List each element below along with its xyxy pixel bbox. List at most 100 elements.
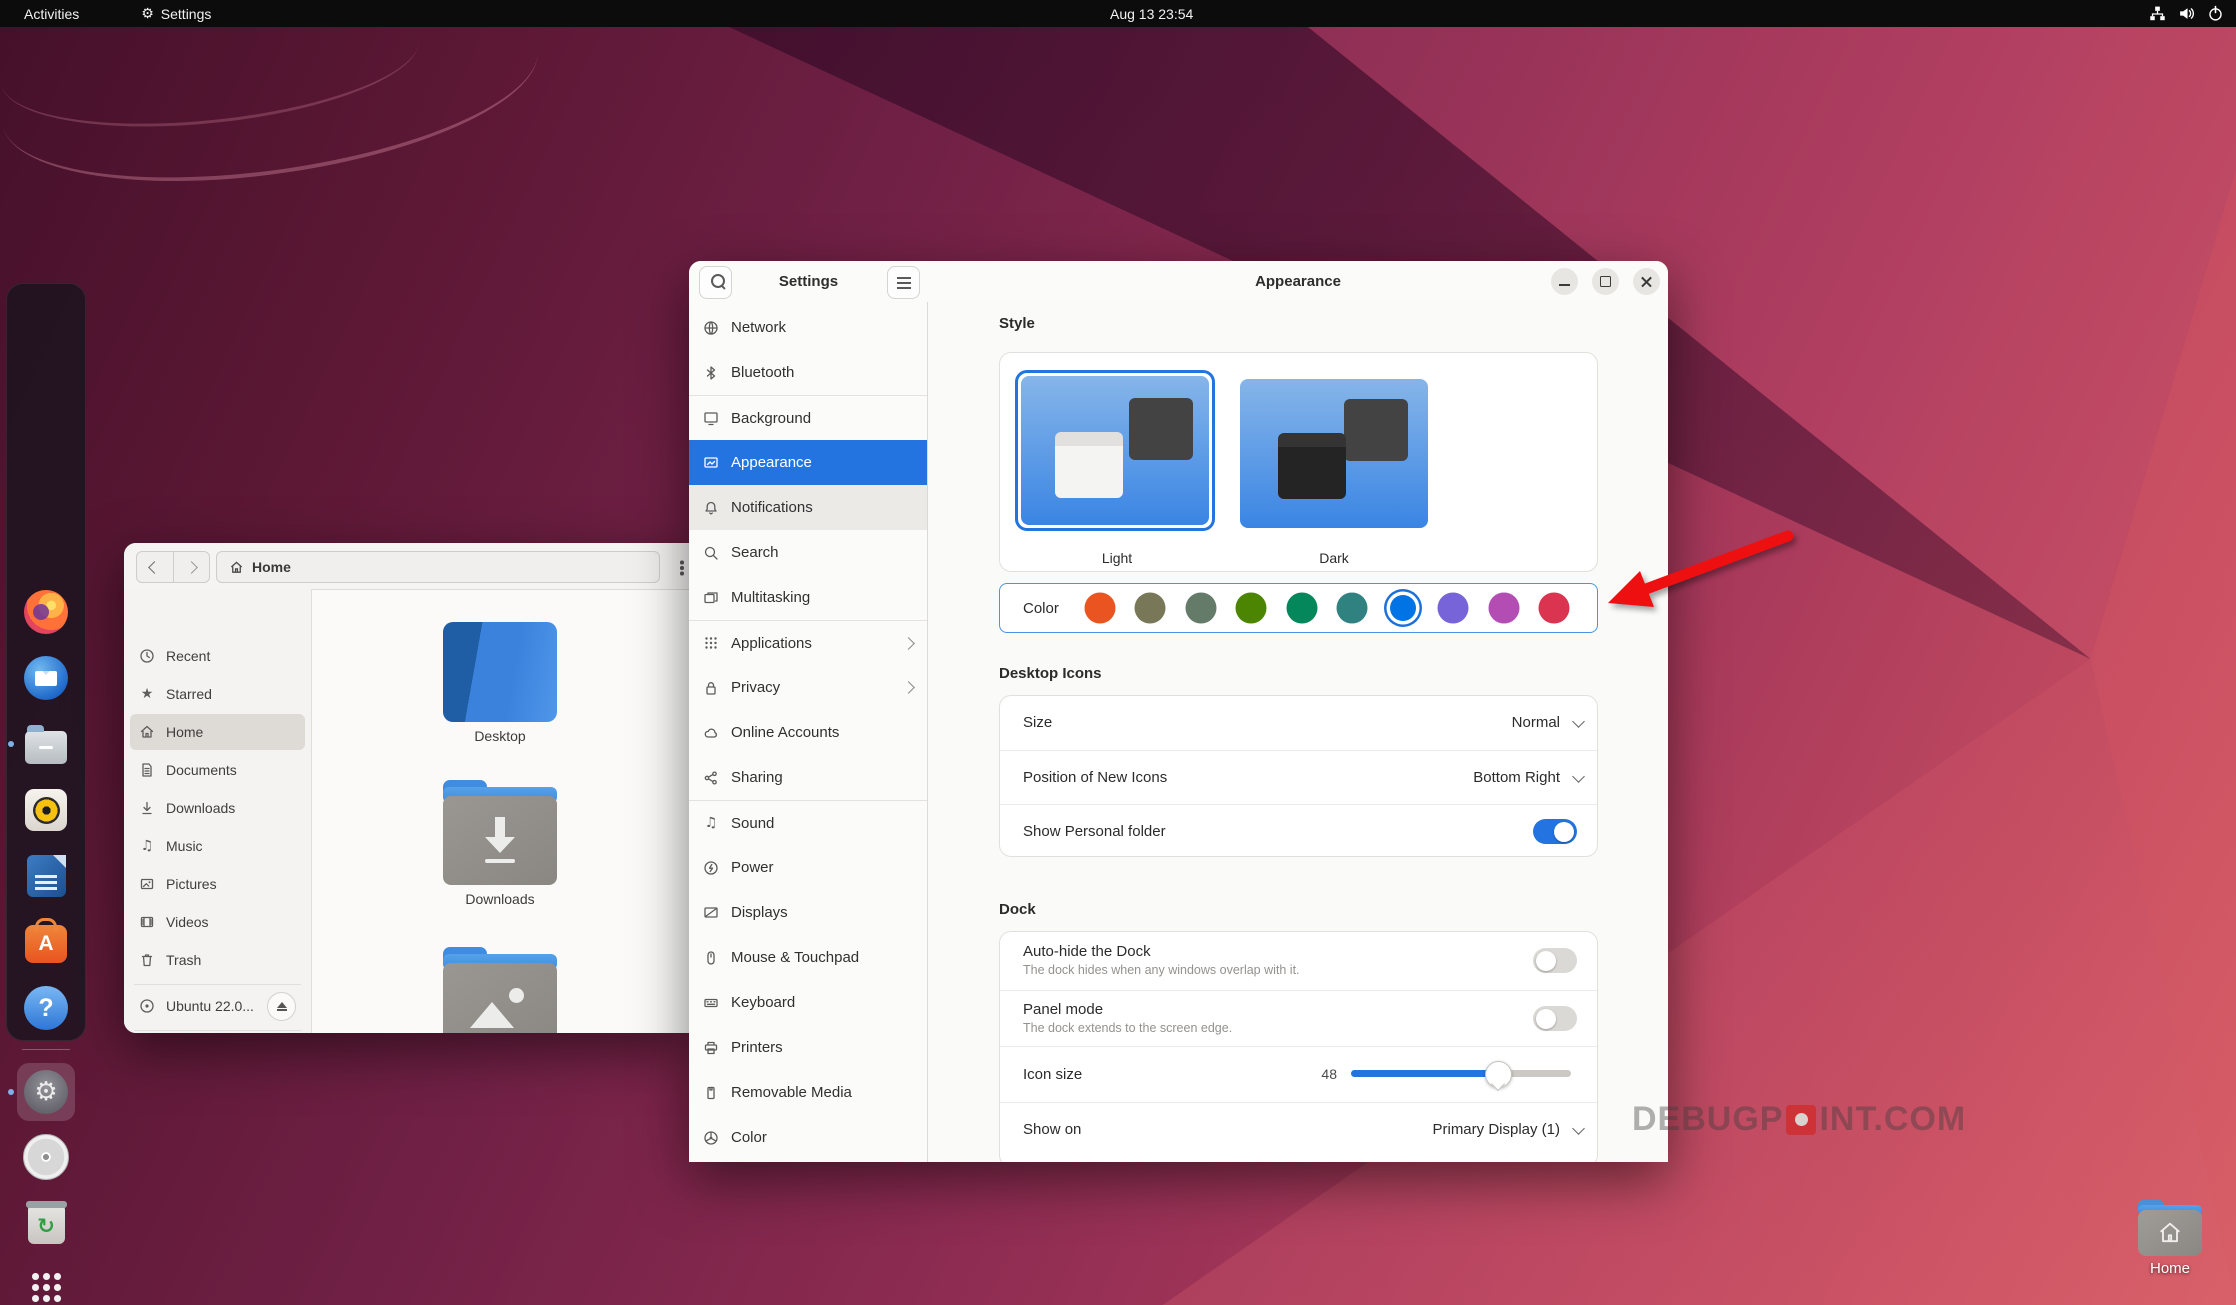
- sidebar-item-music[interactable]: ♫ Music: [130, 828, 305, 864]
- watermark: DEBUGP INT.COM: [1632, 1100, 1966, 1139]
- accent-swatch-olive[interactable]: [1235, 592, 1267, 624]
- ubuntu-software-icon: [25, 918, 67, 963]
- forward-button[interactable]: [172, 552, 210, 582]
- sidebar-item-keyboard[interactable]: Keyboard: [689, 980, 927, 1025]
- panel-mode-toggle[interactable]: [1533, 1006, 1577, 1031]
- sidebar-item-ubuntu-volume[interactable]: Ubuntu 22.0...: [130, 988, 305, 1024]
- sidebar-item-starred[interactable]: ★ Starred: [130, 676, 305, 712]
- sidebar-item-applications[interactable]: Applications: [689, 620, 927, 665]
- sidebar-item-power[interactable]: Power: [689, 845, 927, 890]
- sidebar-item-notifications[interactable]: Notifications: [689, 485, 927, 530]
- files-menu-button[interactable]: [672, 558, 689, 578]
- app-grid-icon: [703, 635, 719, 651]
- help-icon: [24, 986, 68, 1030]
- sidebar-item-network[interactable]: Network: [689, 305, 927, 350]
- sidebar-item-pictures[interactable]: Pictures: [130, 866, 305, 902]
- accent-swatch-prussian[interactable]: [1336, 592, 1368, 624]
- sidebar-item-sharing[interactable]: Sharing: [689, 755, 927, 800]
- row-show-on[interactable]: Show on Primary Display (1): [1000, 1102, 1597, 1159]
- accent-swatch-magenta[interactable]: [1488, 592, 1520, 624]
- style-option-dark[interactable]: [1240, 379, 1428, 528]
- row-position-new-icons[interactable]: Position of New Icons Bottom Right: [1000, 750, 1597, 805]
- folder-tile-desktop[interactable]: Desktop: [425, 622, 575, 744]
- annotation-arrow: [1608, 530, 1794, 607]
- style-option-label: Dark: [1319, 550, 1349, 566]
- chevron-right-icon: [184, 560, 198, 574]
- slider-value: 48: [1321, 1066, 1337, 1082]
- eject-button[interactable]: [267, 992, 296, 1021]
- accent-swatch-blue-selected[interactable]: [1390, 595, 1416, 621]
- dock-item-libreoffice-writer[interactable]: [17, 847, 75, 905]
- sidebar-item-mouse-touchpad[interactable]: Mouse & Touchpad: [689, 935, 927, 980]
- sidebar-item-label: Music: [166, 838, 203, 854]
- sidebar-item-online-accounts[interactable]: Online Accounts: [689, 710, 927, 755]
- sidebar-item-trash[interactable]: Trash: [130, 942, 305, 978]
- row-size[interactable]: Size Normal: [1000, 696, 1597, 750]
- sidebar-item-multitasking[interactable]: Multitasking: [689, 575, 927, 620]
- sidebar-item-removable-media[interactable]: Removable Media: [689, 1070, 927, 1115]
- maximize-button[interactable]: [1592, 268, 1619, 295]
- minimize-button[interactable]: [1551, 268, 1578, 295]
- row-label: Size: [1023, 714, 1053, 731]
- sidebar-item-sound[interactable]: ♫ Sound: [689, 800, 927, 845]
- slider-handle[interactable]: [1485, 1061, 1512, 1088]
- desktop-home-icon[interactable]: Home: [2130, 1200, 2210, 1277]
- auto-hide-toggle[interactable]: [1533, 948, 1577, 973]
- dock-item-thunderbird[interactable]: [17, 649, 75, 707]
- accent-swatch-viridian[interactable]: [1286, 592, 1318, 624]
- sidebar-item-recent[interactable]: Recent: [130, 638, 305, 674]
- running-indicator: [8, 741, 14, 747]
- appearance-icon: [703, 455, 719, 471]
- system-tray[interactable]: [2149, 0, 2224, 27]
- dock-item-ubuntu-software[interactable]: [17, 913, 75, 971]
- dock-item-help[interactable]: [17, 979, 75, 1037]
- dock-item-trash[interactable]: ↻: [17, 1193, 75, 1251]
- dock-item-app-grid[interactable]: [17, 1258, 75, 1305]
- accent-swatch-purple[interactable]: [1437, 592, 1469, 624]
- sidebar-item-videos[interactable]: Videos: [130, 904, 305, 940]
- clock[interactable]: Aug 13 23:54: [1110, 0, 1193, 27]
- sidebar-item-search[interactable]: Search: [689, 530, 927, 575]
- settings-menu-button[interactable]: [887, 266, 920, 299]
- sidebar-item-privacy[interactable]: Privacy: [689, 665, 927, 710]
- folder-label: Downloads: [465, 891, 535, 907]
- close-button[interactable]: [1633, 268, 1660, 295]
- sidebar-item-background[interactable]: Background: [689, 395, 927, 440]
- accent-swatch-sage[interactable]: [1185, 592, 1217, 624]
- chevron-right-icon: [902, 636, 915, 650]
- sidebar-item-downloads[interactable]: Downloads: [130, 790, 305, 826]
- sidebar-item-label: Notifications: [731, 499, 813, 516]
- document-icon: [139, 762, 155, 778]
- accent-swatch-bark[interactable]: [1134, 592, 1166, 624]
- row-label: Show Personal folder: [1023, 823, 1166, 840]
- sidebar-item-displays[interactable]: Displays: [689, 890, 927, 935]
- icon-size-slider[interactable]: [1351, 1061, 1571, 1088]
- sidebar-item-bluetooth[interactable]: Bluetooth: [689, 350, 927, 395]
- display-icon: [703, 905, 719, 921]
- files-icon: [25, 725, 67, 764]
- app-menu-button[interactable]: ⚙ Settings: [141, 6, 211, 22]
- back-button[interactable]: [137, 552, 173, 582]
- keyboard-icon: [703, 995, 719, 1011]
- sidebar-item-label: Privacy: [731, 679, 781, 696]
- activities-button[interactable]: Activities: [24, 6, 79, 22]
- sidebar-item-home[interactable]: Home: [130, 714, 305, 750]
- sidebar-item-label: Sound: [731, 814, 775, 832]
- sidebar-item-documents[interactable]: Documents: [130, 752, 305, 788]
- sidebar-item-label: Trash: [166, 952, 202, 968]
- path-bar[interactable]: Home: [216, 551, 660, 583]
- folder-tile-downloads[interactable]: Downloads: [425, 780, 575, 907]
- show-personal-folder-toggle[interactable]: [1533, 819, 1577, 844]
- dock-item-rhythmbox[interactable]: [17, 781, 75, 839]
- accent-swatch-orange[interactable]: [1084, 592, 1116, 624]
- dock-item-files[interactable]: [8, 715, 75, 773]
- sidebar-item-appearance[interactable]: Appearance: [689, 440, 927, 485]
- dock-item-settings[interactable]: ⚙: [8, 1063, 75, 1121]
- style-option-light[interactable]: [1015, 370, 1215, 531]
- folder-tile-pictures[interactable]: [425, 947, 575, 1033]
- dock-item-disc[interactable]: [17, 1128, 75, 1186]
- accent-swatch-red[interactable]: [1538, 592, 1570, 624]
- sidebar-item-printers[interactable]: Printers: [689, 1025, 927, 1070]
- sidebar-item-color[interactable]: Color: [689, 1115, 927, 1160]
- dock-item-firefox[interactable]: [17, 583, 75, 641]
